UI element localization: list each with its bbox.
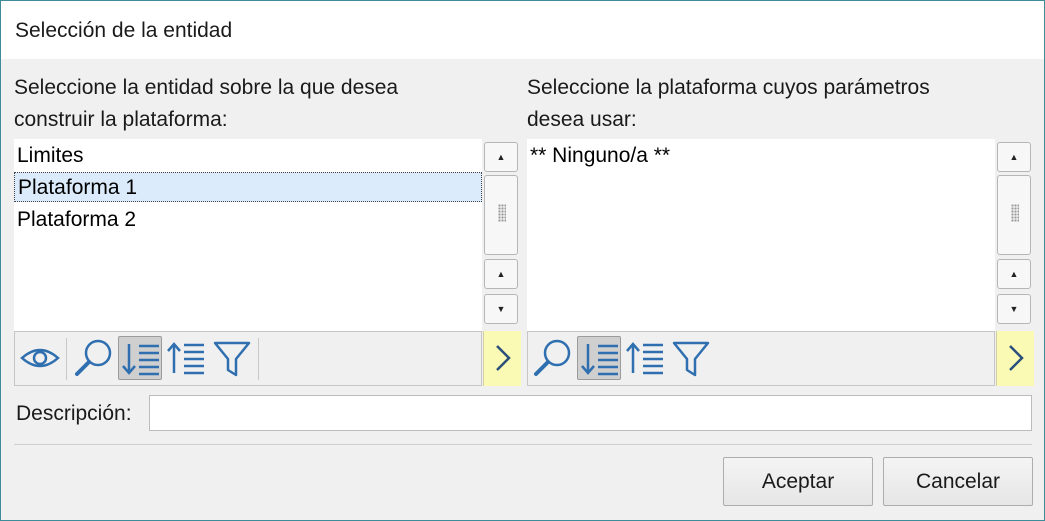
search-icon: [75, 339, 112, 376]
sort-descending-button[interactable]: [577, 336, 621, 380]
entity-selection-dialog: Selección de la entidad Seleccione la en…: [0, 0, 1045, 521]
sort-descending-button[interactable]: [118, 336, 162, 380]
grip-icon: [498, 204, 506, 222]
chevron-right-icon: [1009, 345, 1024, 371]
eye-icon: [20, 348, 60, 368]
filter-icon: [213, 341, 251, 377]
left-panel-label-line1: Seleccione la entidad sobre la que desea: [14, 76, 399, 99]
list-item[interactable]: ** Ninguno/a **: [527, 141, 995, 171]
platform-list[interactable]: ** Ninguno/a **: [527, 139, 995, 331]
scroll-page-up-button[interactable]: ▲: [997, 259, 1031, 289]
toolbar-separator: [258, 338, 259, 380]
sort-ascending-button[interactable]: [164, 336, 208, 380]
cancel-button[interactable]: Cancelar: [883, 457, 1033, 506]
left-next-button[interactable]: [483, 331, 521, 386]
search-button[interactable]: [72, 336, 116, 380]
list-item[interactable]: Limites: [14, 141, 482, 171]
description-label: Descripción:: [16, 402, 132, 425]
scroll-down-button[interactable]: ▼: [484, 294, 518, 324]
toolbar-separator: [66, 338, 67, 380]
view-button[interactable]: [18, 336, 62, 380]
right-next-button[interactable]: [996, 331, 1034, 386]
right-panel-label-line1: Seleccione la plataforma cuyos parámetro…: [527, 76, 930, 99]
filter-button[interactable]: [669, 336, 713, 380]
filter-icon: [672, 341, 710, 377]
description-input[interactable]: [149, 395, 1032, 431]
title-bar: Selección de la entidad: [1, 1, 1044, 59]
sort-ascending-icon: [626, 342, 663, 375]
list-item-selected[interactable]: Plataforma 1: [14, 172, 482, 202]
search-button[interactable]: [531, 336, 575, 380]
sort-ascending-icon: [167, 342, 204, 375]
scroll-thumb[interactable]: [484, 175, 518, 255]
sort-ascending-button[interactable]: [623, 336, 667, 380]
dialog-title: Selección de la entidad: [15, 19, 233, 42]
chevron-right-icon: [496, 345, 511, 371]
platform-list-toolbar: [527, 331, 995, 386]
entity-list-scrollbar[interactable]: ▲ ▲ ▼: [483, 139, 521, 331]
accept-button[interactable]: Aceptar: [723, 457, 873, 506]
scroll-down-button[interactable]: ▼: [997, 294, 1031, 324]
filter-button[interactable]: [210, 336, 254, 380]
sort-descending-icon: [581, 344, 618, 376]
search-icon: [534, 339, 571, 376]
right-panel-label-line2: desea usar:: [527, 108, 637, 131]
sort-descending-icon: [122, 344, 159, 376]
divider: [14, 444, 1032, 445]
scroll-up-button[interactable]: ▲: [997, 142, 1031, 172]
list-item[interactable]: Plataforma 2: [14, 205, 482, 235]
entity-list-toolbar: [14, 331, 482, 386]
scroll-page-up-button[interactable]: ▲: [484, 259, 518, 289]
platform-list-scrollbar[interactable]: ▲ ▲ ▼: [996, 139, 1034, 331]
grip-icon: [1011, 204, 1019, 222]
entity-list[interactable]: Limites Plataforma 1 Plataforma 2: [14, 139, 482, 331]
scroll-thumb[interactable]: [997, 175, 1031, 255]
left-panel-label-line2: construir la plataforma:: [14, 108, 228, 131]
scroll-up-button[interactable]: ▲: [484, 142, 518, 172]
